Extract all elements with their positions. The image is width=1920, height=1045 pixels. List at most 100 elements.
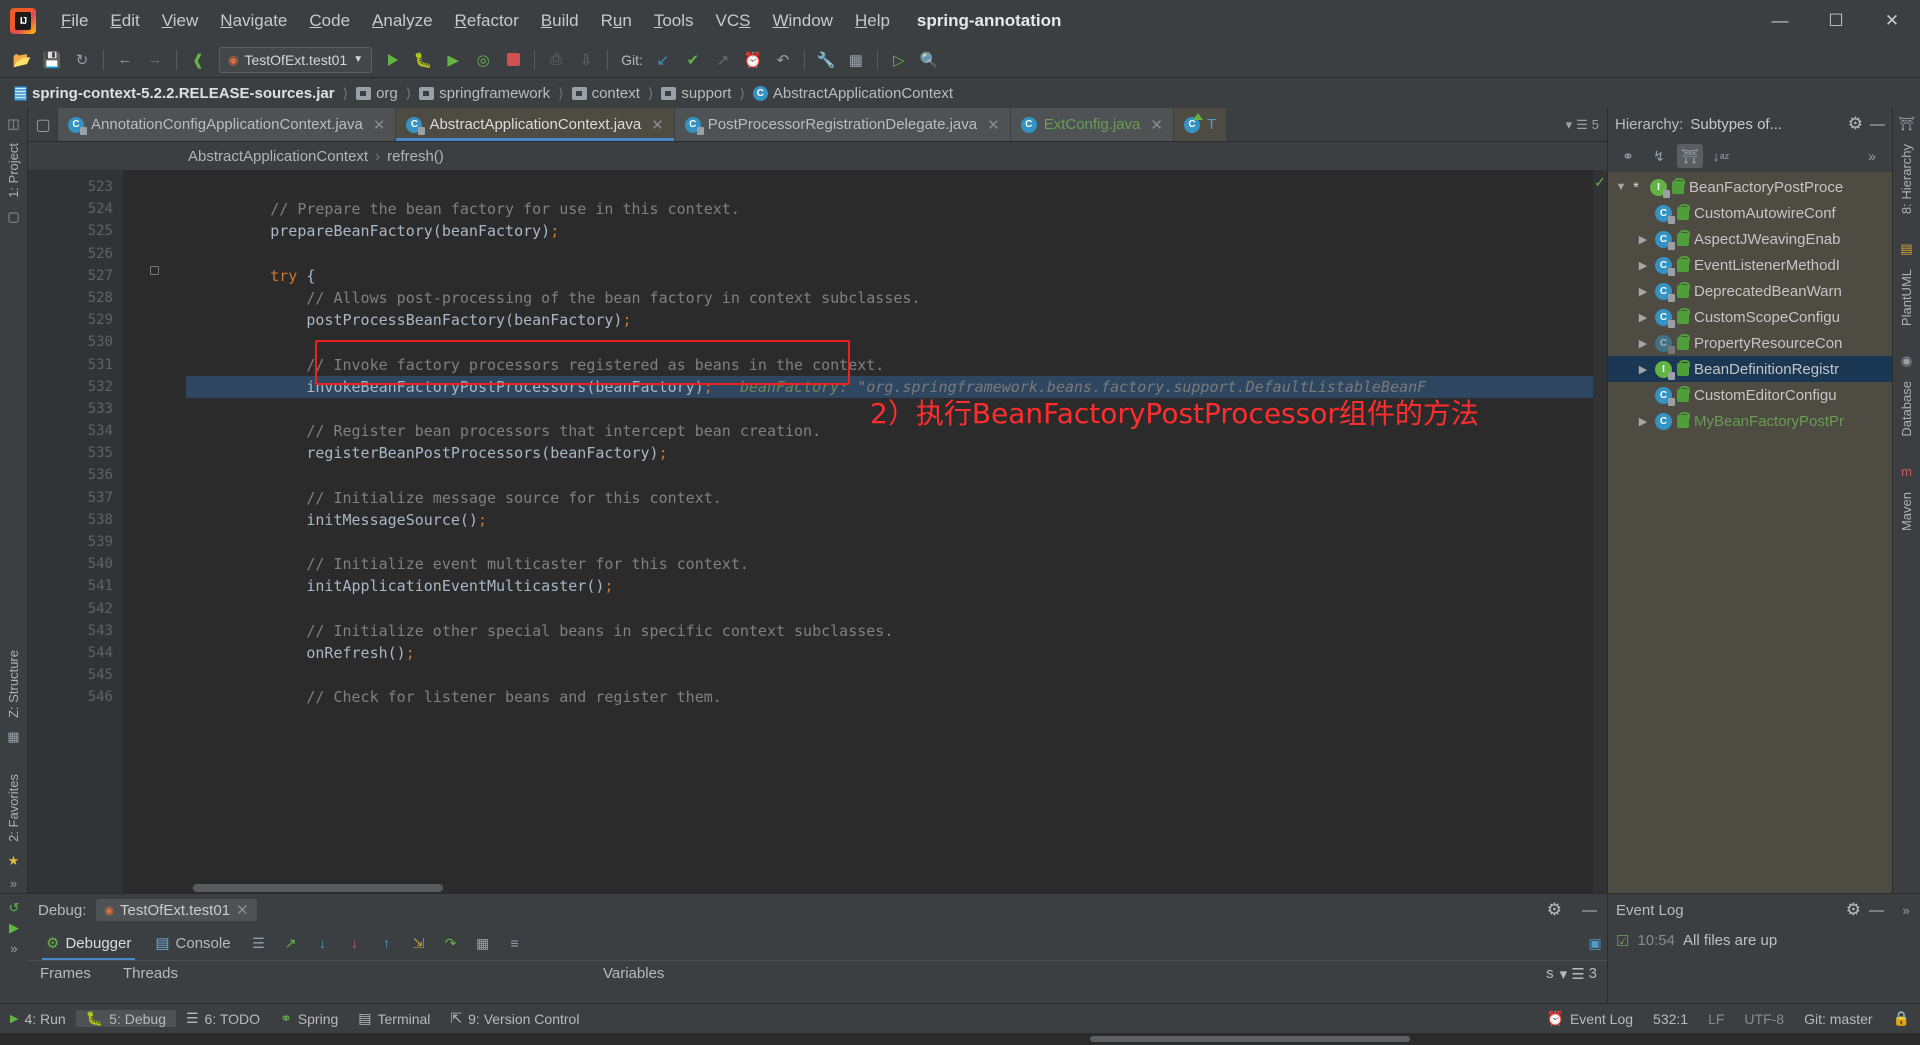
minimize-icon[interactable]: — (1870, 116, 1885, 133)
code-line[interactable] (186, 331, 1593, 353)
menu-run[interactable]: Run (590, 8, 643, 34)
code-line[interactable] (186, 176, 1593, 198)
menu-build[interactable]: Build (530, 8, 590, 34)
rerun-icon[interactable]: ▶ (4, 918, 24, 938)
tree-collapsed-icon[interactable]: ▶ (1636, 363, 1650, 376)
menu-analyze[interactable]: Analyze (361, 8, 443, 34)
hierarchy-tree-row[interactable]: ▶ I BeanDefinitionRegistr (1608, 356, 1892, 382)
tab-extconfig[interactable]: C ExtConfig.java ✕ (1010, 108, 1174, 141)
status-item-run[interactable]: ▶ 4: Run (0, 1011, 76, 1027)
hierarchy-tree[interactable]: ▼ * I BeanFactoryPostProce C CustomAutowireCo… (1608, 172, 1892, 893)
hierarchy-tree-row[interactable]: ▶ C DeprecatedBeanWarn (1608, 278, 1892, 304)
code-line[interactable]: // Allows post-processing of the bean fa… (186, 287, 1593, 309)
git-branch[interactable]: Git: master (1794, 1011, 1882, 1027)
sidebar-item-hierarchy[interactable]: 8: Hierarchy (1897, 137, 1916, 221)
code-line[interactable] (186, 464, 1593, 486)
back-arrow-icon[interactable]: ← (111, 47, 139, 73)
tab-postprocessorregistrationdelegate[interactable]: C PostProcessorRegistrationDelegate.java… (674, 108, 1011, 141)
sidebar-item-plantuml[interactable]: PlantUML (1897, 262, 1916, 333)
code-line[interactable]: // Initialize message source for this co… (186, 487, 1593, 509)
navbar-item-springframework[interactable]: springframework (415, 83, 554, 104)
settings-icon[interactable]: ≡ (503, 931, 527, 955)
code-line[interactable]: // Prepare the bean factory for use in t… (186, 198, 1593, 220)
status-item-spring[interactable]: ⚭ Spring (270, 1010, 348, 1027)
tree-collapsed-icon[interactable]: ▶ (1636, 259, 1650, 272)
git-commit-icon[interactable]: ✔ (679, 47, 707, 73)
gear-icon[interactable]: ⚙ (1848, 114, 1863, 134)
tree-collapsed-icon[interactable]: ▶ (1636, 337, 1650, 350)
navbar-item-class[interactable]: C AbstractApplicationContext (749, 83, 957, 104)
tab-close-icon[interactable]: ✕ (373, 116, 386, 134)
sidebar-item-project[interactable]: 1: Project (4, 136, 23, 205)
sidebar-item-favorites[interactable]: 2: Favorites (4, 767, 23, 849)
maximize-button[interactable]: ☐ (1808, 0, 1864, 42)
forward-arrow-icon[interactable]: → (141, 47, 169, 73)
code-line[interactable]: // Initialize other special beans in spe… (186, 620, 1593, 642)
menu-edit[interactable]: Edit (99, 8, 150, 34)
step-out-icon[interactable]: ↑ (375, 931, 399, 955)
hierarchy-tree-row[interactable]: ▼ * I BeanFactoryPostProce (1608, 174, 1892, 200)
favorites-icon[interactable]: ★ (4, 851, 24, 871)
save-icon[interactable]: 💾 (38, 47, 66, 73)
rail-overflow-icon[interactable]: » (4, 873, 24, 893)
git-push-icon[interactable]: ↗ (709, 47, 737, 73)
close-button[interactable]: ✕ (1864, 0, 1920, 42)
chevron-down-icon[interactable]: ▾ (1560, 965, 1568, 983)
tab-close-icon[interactable]: ✕ (651, 116, 664, 134)
git-update-icon[interactable]: ↙ (649, 47, 677, 73)
tab-overflow-control[interactable]: ▾ ☰ 5 (1558, 108, 1607, 141)
run-configuration-selector[interactable]: ◉ TestOfExt.test01 ▼ (219, 46, 373, 73)
minimize-icon[interactable]: — (1582, 902, 1607, 919)
evaluate-expression-icon[interactable]: ▦ (471, 931, 495, 955)
maven-icon[interactable]: m (1897, 462, 1917, 482)
run-icon[interactable] (379, 47, 407, 73)
console-view-icon[interactable]: ▣ (1583, 931, 1607, 955)
hierarchy-tree-row[interactable]: ▶ C EventListenerMethodI (1608, 252, 1892, 278)
code-line[interactable]: initApplicationEventMulticaster(); (186, 575, 1593, 597)
code-line[interactable]: // Invoke factory processors registered … (186, 354, 1593, 376)
menu-file[interactable]: File (50, 8, 99, 34)
hierarchy-tree-row[interactable]: ▶ C CustomScopeConfigu (1608, 304, 1892, 330)
horizontal-scrollbar-thumb[interactable] (1090, 1036, 1410, 1042)
run-to-cursor-icon[interactable]: ↷ (439, 931, 463, 955)
code-line[interactable] (186, 598, 1593, 620)
gear-icon[interactable]: ⚙ (1846, 900, 1861, 920)
class-hierarchy-icon[interactable]: ⛩ (1677, 144, 1703, 168)
bookmarks-icon[interactable]: ▢ (4, 207, 24, 227)
event-log-body[interactable]: ☑ 10:54 All files are up (1608, 926, 1892, 1003)
plantuml-icon[interactable]: ▤ (1897, 239, 1917, 259)
code-line[interactable] (186, 664, 1593, 686)
tab-test-class[interactable]: C T (1173, 108, 1228, 141)
event-log-button[interactable]: ⏰ Event Log (1537, 1010, 1644, 1027)
code-line[interactable] (186, 531, 1593, 553)
menu-help[interactable]: Help (844, 8, 901, 34)
tab-annotationconfigapplicationcontext[interactable]: C AnnotationConfigApplicationContext.jav… (58, 108, 397, 141)
code-line[interactable]: // Initialize event multicaster for this… (186, 553, 1593, 575)
debug-session-chip[interactable]: ◉ TestOfExt.test01 ✕ (96, 899, 257, 921)
fold-marker-try[interactable] (150, 266, 159, 275)
tree-collapsed-icon[interactable]: ▶ (1636, 415, 1650, 428)
tree-collapsed-icon[interactable]: ▶ (1636, 285, 1650, 298)
drop-frame-icon[interactable]: ⇲ (407, 931, 431, 955)
update-project-icon[interactable]: ⎙ (542, 47, 570, 73)
build-icon[interactable]: ❰ (184, 47, 212, 73)
code-line[interactable]: initMessageSource(); (186, 509, 1593, 531)
navbar-item-org[interactable]: org (352, 83, 402, 104)
close-icon[interactable]: ✕ (236, 901, 249, 919)
editor-marker-strip[interactable]: ✓ (1593, 170, 1607, 893)
project-icon[interactable]: ◫ (4, 114, 24, 134)
code-editor[interactable]: 523 524 525 526 527 528 529 530 531 532 533 534 535 5… (28, 170, 1607, 893)
menu-vcs[interactable]: VCS (705, 8, 762, 34)
sidebar-item-database[interactable]: Database (1897, 374, 1916, 444)
rollback-icon[interactable]: ↶ (769, 47, 797, 73)
force-step-into-icon[interactable]: ↓ (343, 931, 367, 955)
gear-icon[interactable]: ⚙ (1547, 900, 1572, 920)
read-only-icon[interactable]: 🔒 (1883, 1010, 1920, 1027)
caret-position[interactable]: 532:1 (1643, 1011, 1698, 1027)
fold-gutter[interactable] (123, 170, 186, 893)
search-everywhere-icon[interactable]: 🔍 (915, 47, 943, 73)
tree-collapsed-icon[interactable]: ▶ (1636, 233, 1650, 246)
open-folder-icon[interactable]: 📂 (8, 47, 36, 73)
sidebar-item-maven[interactable]: Maven (1897, 485, 1916, 538)
mute-breakpoints-icon[interactable]: ☰ (247, 931, 271, 955)
